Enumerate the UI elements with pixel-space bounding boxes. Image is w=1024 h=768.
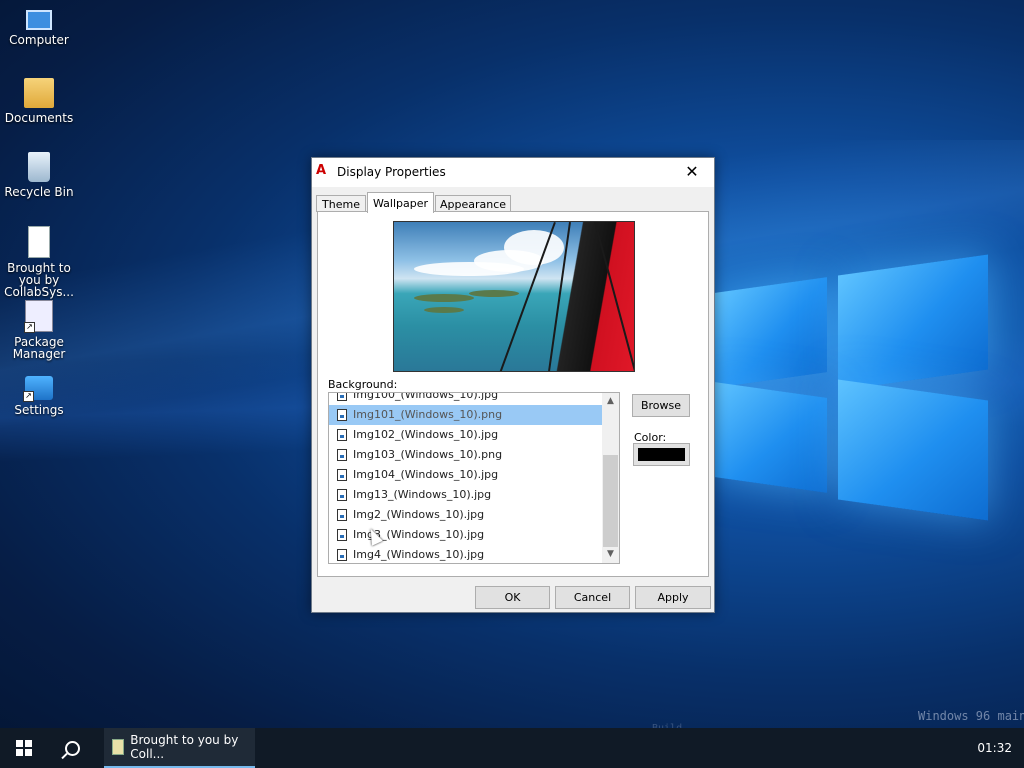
settings-icon: ↗ (23, 376, 53, 402)
apply-button[interactable]: Apply (635, 586, 711, 609)
list-item-selected[interactable]: Img101_(Windows_10).png (329, 405, 603, 425)
document-icon (28, 226, 50, 258)
desktop-icon-computer[interactable]: Computer (4, 4, 74, 46)
wallpaper-panel: Background: Img100_(Windows_10).jpg Img1… (317, 211, 709, 577)
shortcut-arrow-icon: ↗ (23, 391, 34, 402)
desktop-icon-label: Documents (4, 111, 74, 125)
desktop-icon-readme[interactable]: Brought to you by CollabSys... (4, 226, 74, 298)
search-icon (64, 740, 80, 756)
desktop-icon-documents[interactable]: Documents (4, 78, 74, 124)
close-button[interactable]: ✕ (670, 158, 714, 187)
folder-icon (24, 78, 54, 108)
display-properties-icon: A (316, 163, 327, 178)
ok-button[interactable]: OK (475, 586, 550, 609)
desktop-icon-label: Computer (9, 33, 69, 47)
image-file-icon (337, 449, 347, 461)
image-file-icon (337, 409, 347, 421)
package-manager-icon: ↗ (24, 300, 53, 333)
list-item[interactable]: Img2_(Windows_10).jpg (329, 505, 603, 525)
desktop-icon-settings[interactable]: ↗ Settings (4, 376, 74, 416)
image-file-icon (337, 429, 347, 441)
wallpaper-preview (393, 221, 635, 372)
tab-wallpaper[interactable]: Wallpaper (367, 192, 434, 213)
desktop-icon-label: Package Manager (12, 335, 66, 361)
list-item[interactable]: Img100_(Windows_10).jpg (329, 393, 603, 405)
cancel-button[interactable]: Cancel (555, 586, 630, 609)
image-file-icon (337, 469, 347, 481)
dialog-title: Display Properties (337, 165, 446, 179)
computer-icon (26, 10, 52, 30)
desktop-icon-label: Settings (14, 403, 64, 417)
image-file-icon (337, 393, 347, 401)
windows-logo-icon (16, 740, 32, 756)
taskbar-task-label: Brought to you by Coll... (130, 733, 239, 761)
image-file-icon (337, 549, 347, 561)
wallpaper-windows-logo (715, 240, 990, 530)
os-watermark: Windows 96 main (918, 709, 1024, 723)
scrollbar-thumb[interactable] (603, 455, 618, 547)
list-item[interactable]: Img104_(Windows_10).jpg (329, 465, 603, 485)
image-file-icon (337, 509, 347, 521)
background-label: Background: (328, 378, 398, 391)
shortcut-arrow-icon: ↗ (24, 322, 35, 333)
color-picker-button[interactable] (633, 443, 690, 466)
taskbar-task-notepad[interactable]: Brought to you by Coll... (104, 728, 255, 768)
scroll-down-arrow-icon[interactable]: ▼ (602, 546, 619, 563)
listbox-scrollbar[interactable]: ▲ ▼ (602, 393, 619, 563)
desktop-icon-label: Recycle Bin (4, 185, 74, 199)
list-item[interactable]: Img13_(Windows_10).jpg (329, 485, 603, 505)
list-item[interactable]: Img103_(Windows_10).png (329, 445, 603, 465)
notepad-icon (112, 739, 125, 755)
recycle-bin-icon (28, 152, 50, 182)
search-button[interactable] (48, 728, 96, 768)
image-file-icon (337, 529, 347, 541)
taskbar-clock[interactable]: 01:32 (977, 728, 1012, 768)
image-file-icon (337, 489, 347, 501)
desktop-icon-label: Brought to you by CollabSys... (4, 261, 74, 299)
tab-appearance[interactable]: Appearance (435, 195, 511, 212)
list-item[interactable]: Img102_(Windows_10).jpg (329, 425, 603, 445)
desktop-icon-recycle-bin[interactable]: Recycle Bin (4, 152, 74, 198)
scroll-up-arrow-icon[interactable]: ▲ (602, 393, 619, 410)
browse-button[interactable]: Browse (632, 394, 690, 417)
dialog-titlebar[interactable]: A Display Properties ✕ (312, 158, 714, 187)
list-item[interactable]: Img4_(Windows_10).jpg (329, 545, 603, 563)
taskbar: Brought to you by Coll... 01:32 (0, 728, 1024, 768)
desktop-icon-package-manager[interactable]: ↗ Package Manager (4, 300, 74, 360)
tab-theme[interactable]: Theme (316, 195, 366, 212)
start-button[interactable] (0, 728, 48, 768)
color-swatch (638, 448, 685, 461)
